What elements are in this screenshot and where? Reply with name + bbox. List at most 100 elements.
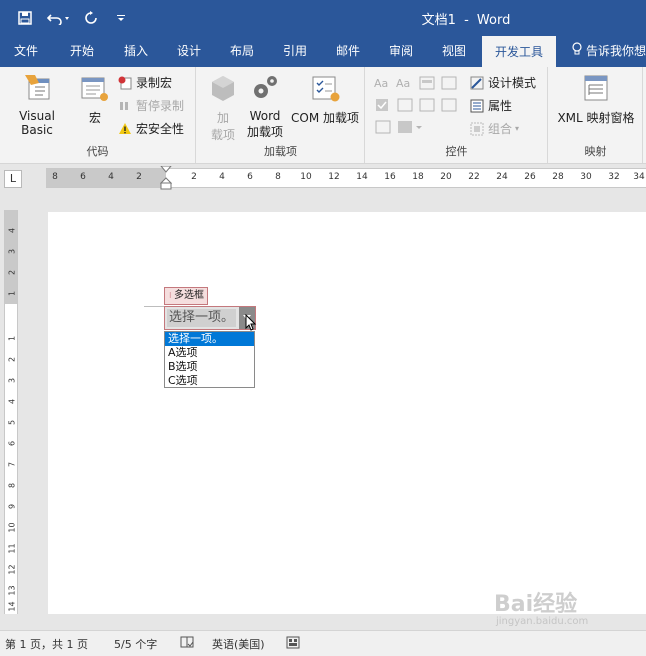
ruler-number: 28 <box>552 172 564 182</box>
group-addins: 加 载项 Word 加载项 COM 加载项 加载项 <box>197 67 365 163</box>
group-label: 组合 <box>488 122 513 136</box>
tab-mailings[interactable]: 邮件 <box>326 36 370 67</box>
ruler-number: 2 <box>7 269 17 276</box>
tab-developer[interactable]: 开发工具 <box>482 36 556 67</box>
dropdown-option[interactable]: 选择一项。 <box>165 332 254 346</box>
dropdown-content-control[interactable]: 选择一项。 <box>164 306 256 330</box>
content-control-title: 多选框 <box>174 290 204 301</box>
ruler-number: 3 <box>7 377 17 384</box>
status-bar: 第 1 页，共 1 页 5/5 个字 英语(美国) <box>0 630 646 656</box>
ruler-number: 3 <box>7 248 17 255</box>
ruler-number: 32 <box>608 172 620 182</box>
word-addins-button[interactable]: Word 加载项 <box>243 73 287 140</box>
gears-icon <box>243 73 287 106</box>
ruler-number: 14 <box>356 172 368 182</box>
ruler-number: 10 <box>300 172 312 182</box>
ruler-number: 24 <box>496 172 508 182</box>
ruler-number: 18 <box>412 172 424 182</box>
macro-security-button[interactable]: 宏安全性 <box>118 119 184 139</box>
svg-text:Aa: Aa <box>374 77 388 90</box>
macro-security-label: 宏安全性 <box>136 122 185 136</box>
macro-record-icon[interactable] <box>286 636 300 652</box>
cube-icon <box>203 73 243 106</box>
ruler-number: 20 <box>440 172 452 182</box>
word-count[interactable]: 5/5 个字 <box>114 636 157 652</box>
word-addins-label-line1: Word <box>249 109 281 123</box>
design-mode-icon <box>470 76 484 90</box>
document-name: 文档1 <box>421 13 456 28</box>
group-code: Visual Basic 宏 录制宏 暂停录制 宏安全性 代码 <box>0 67 196 163</box>
properties-button[interactable]: 属性 <box>470 96 512 116</box>
com-addins-label: COM 加载项 <box>291 111 359 125</box>
ruler-number: 13 <box>7 585 17 596</box>
ruler-number: 10 <box>7 522 17 533</box>
ruler-number: 4 <box>7 227 17 234</box>
svg-text:Aa: Aa <box>396 77 410 90</box>
ruler-number: 8 <box>275 172 281 182</box>
horizontal-ruler[interactable]: 8 6 4 2 2 4 6 8 10 12 14 16 18 20 22 24 … <box>46 165 646 190</box>
dropdown-option[interactable]: C选项 <box>165 374 254 388</box>
word-addins-label-line2: 加载项 <box>246 125 283 139</box>
content-control-title-tag[interactable]: ⁝ 多选框 <box>164 287 208 305</box>
pause-recording-button[interactable]: 暂停录制 <box>118 96 184 116</box>
record-macro-button[interactable]: 录制宏 <box>118 73 172 93</box>
xml-mapping-pane-label: XML 映射窗格 <box>557 111 635 125</box>
title-bar: 文档1 - Word <box>0 0 646 36</box>
design-mode-button[interactable]: 设计模式 <box>470 73 536 93</box>
ruler-number: 30 <box>580 172 592 182</box>
record-macro-label: 录制宏 <box>136 76 173 90</box>
xml-mapping-pane-button[interactable]: XML 映射窗格 <box>553 73 639 126</box>
tell-me-search[interactable]: 告诉我你想 <box>572 36 646 67</box>
ruler-number: 2 <box>191 172 197 182</box>
dropdown-option[interactable]: A选项 <box>165 346 254 360</box>
margin-mark <box>144 306 164 307</box>
dropdown-option[interactable]: B选项 <box>165 360 254 374</box>
visual-basic-icon <box>2 73 72 106</box>
ruler-number: 2 <box>7 356 17 363</box>
tab-home[interactable]: 开始 <box>60 36 104 67</box>
tab-selector-button[interactable]: L <box>4 170 22 188</box>
ruler-number: 12 <box>7 564 17 575</box>
tab-view[interactable]: 视图 <box>432 36 476 67</box>
ruler-number: 6 <box>247 172 253 182</box>
document-page[interactable] <box>48 212 646 614</box>
visual-basic-button[interactable]: Visual Basic <box>2 73 72 137</box>
ruler-number: 14 <box>7 601 17 612</box>
group-button[interactable]: 组合 ▾ <box>470 119 519 139</box>
ruler-number: 4 <box>108 172 114 182</box>
addins-label-line1: 加 <box>216 111 229 125</box>
indent-marker[interactable] <box>159 165 173 193</box>
tab-file[interactable]: 文件 <box>4 36 48 67</box>
ruler-number: 5 <box>7 419 17 426</box>
properties-label: 属性 <box>488 99 513 113</box>
tab-review[interactable]: 审阅 <box>379 36 423 67</box>
lightbulb-icon <box>572 36 582 67</box>
macros-icon <box>78 73 112 106</box>
tab-insert[interactable]: 插入 <box>114 36 158 67</box>
ruler-number: 8 <box>7 482 17 489</box>
group-controls: Aa Aa 设计模式 属性 组合 ▾ 控件 <box>366 67 548 163</box>
language-status[interactable]: 英语(美国) <box>212 636 265 652</box>
ruler-number: 26 <box>524 172 536 182</box>
page-count[interactable]: 第 1 页，共 1 页 <box>5 636 88 652</box>
tab-references[interactable]: 引用 <box>273 36 317 67</box>
visual-basic-label: Visual Basic <box>19 109 55 137</box>
ruler-number: 12 <box>328 172 340 182</box>
tab-layout[interactable]: 布局 <box>220 36 264 67</box>
xml-mapping-icon <box>553 73 639 106</box>
record-macro-icon <box>118 76 132 90</box>
ribbon-tabs: 文件 开始 插入 设计 布局 引用 邮件 审阅 视图 开发工具 告诉我你想 <box>0 36 646 67</box>
drag-handle-icon: ⁝ <box>169 291 172 300</box>
com-addins-button[interactable]: COM 加载项 <box>289 73 361 126</box>
tell-me-text: 告诉我你想 <box>586 44 646 58</box>
watermark-url: jingyan.baidu.com <box>496 616 589 627</box>
vertical-ruler[interactable]: 4 3 2 1 1 2 3 4 5 6 7 8 9 10 11 12 13 14 <box>4 210 18 614</box>
proofing-icon[interactable] <box>180 636 194 652</box>
ruler-number: 7 <box>7 461 17 468</box>
tab-design[interactable]: 设计 <box>167 36 211 67</box>
addins-button[interactable]: 加 载项 <box>203 73 243 143</box>
macros-button[interactable]: 宏 <box>78 73 112 126</box>
chevron-down-icon: ▾ <box>515 124 520 133</box>
design-mode-label: 设计模式 <box>488 76 537 90</box>
group-mapping: XML 映射窗格 映射 <box>549 67 643 163</box>
